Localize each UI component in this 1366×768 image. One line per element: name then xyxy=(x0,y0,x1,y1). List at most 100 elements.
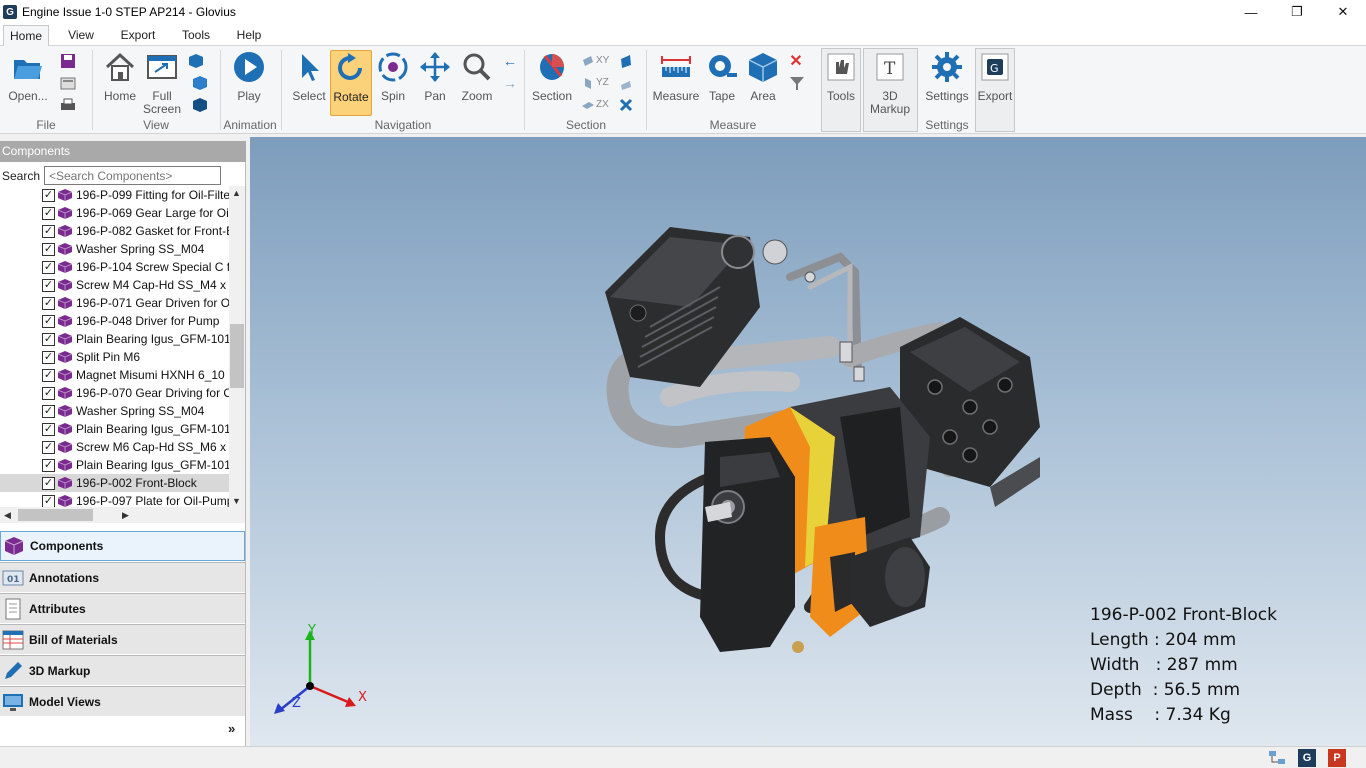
clear-measure-icon[interactable]: ✕ xyxy=(786,52,806,70)
axis-y-label: Y xyxy=(308,623,316,638)
3d-viewport[interactable]: Y X Z 196-P-002 Front-Block Length : 204… xyxy=(250,137,1366,746)
home-view-button[interactable]: Home xyxy=(101,50,139,103)
tools-button[interactable]: Tools xyxy=(822,50,860,103)
properties-icon[interactable] xyxy=(58,74,78,92)
cube-shade-icon[interactable] xyxy=(190,96,210,114)
visibility-checkbox[interactable]: ✓ xyxy=(42,206,55,220)
tree-item[interactable]: ✓ 196-P-070 Gear Driving for O xyxy=(0,384,230,402)
tab-export[interactable]: Export xyxy=(114,25,162,46)
section-tools-icon[interactable] xyxy=(616,96,636,114)
stack-annotations[interactable]: 01 Annotations xyxy=(0,562,245,592)
visibility-checkbox[interactable]: ✓ xyxy=(42,440,55,454)
stack-model-views[interactable]: Model Views xyxy=(0,686,245,716)
pan-button[interactable]: Pan xyxy=(416,50,454,103)
next-view-icon[interactable]: → xyxy=(500,74,520,92)
tree-item[interactable]: ✓ Plain Bearing Igus_GFM-1012 xyxy=(0,330,230,348)
tree-item[interactable]: ✓ 196-P-104 Screw Special C fo xyxy=(0,258,230,276)
save-icon[interactable] xyxy=(58,52,78,70)
scroll-left-icon[interactable]: ◀ xyxy=(4,510,11,521)
scroll-down-icon[interactable]: ▼ xyxy=(232,496,241,506)
more-panels-button[interactable]: » xyxy=(228,721,235,736)
tree-item[interactable]: ✓ 196-P-002 Front-Block xyxy=(0,474,230,492)
h-scroll-thumb[interactable] xyxy=(18,509,93,521)
section-cap-icon[interactable] xyxy=(616,52,636,70)
open-button[interactable]: Open... xyxy=(6,50,50,103)
tree-item[interactable]: ✓ 196-P-069 Gear Large for Oil- xyxy=(0,204,230,222)
tree-item-label: 196-P-099 Fitting for Oil-Filte xyxy=(76,188,230,202)
tab-tools[interactable]: Tools xyxy=(174,25,218,46)
horizontal-scrollbar[interactable]: ◀ ▶ xyxy=(0,507,245,523)
measure-button[interactable]: Measure xyxy=(652,50,700,103)
plane-xy-icon[interactable] xyxy=(578,52,598,70)
vertical-scrollbar[interactable]: ▲ ▼ xyxy=(229,186,245,510)
visibility-checkbox[interactable]: ✓ xyxy=(42,386,55,400)
plane-zx-icon[interactable] xyxy=(578,96,598,114)
scroll-thumb[interactable] xyxy=(230,324,244,388)
stack-3d-markup[interactable]: 3D Markup xyxy=(0,655,245,685)
tree-item[interactable]: ✓ 196-P-048 Driver for Pump xyxy=(0,312,230,330)
tree-item[interactable]: ✓ Plain Bearing Igus_GFM-1012 xyxy=(0,420,230,438)
section-button[interactable]: Section xyxy=(532,50,572,103)
visibility-checkbox[interactable]: ✓ xyxy=(42,404,55,418)
tape-button[interactable]: Tape xyxy=(704,50,740,103)
export-button[interactable]: G Export xyxy=(976,50,1014,103)
visibility-checkbox[interactable]: ✓ xyxy=(42,314,55,328)
stack-components[interactable]: Components xyxy=(0,531,245,561)
3d-markup-button[interactable]: T 3D Markup xyxy=(864,50,916,116)
visibility-checkbox[interactable]: ✓ xyxy=(42,350,55,364)
tree-item[interactable]: ✓ 196-P-071 Gear Driven for Oil xyxy=(0,294,230,312)
area-button[interactable]: Area xyxy=(744,50,782,103)
maximize-button[interactable]: ❐ xyxy=(1274,0,1320,24)
tab-home[interactable]: Home xyxy=(3,25,49,46)
visibility-checkbox[interactable]: ✓ xyxy=(42,224,55,238)
visibility-checkbox[interactable]: ✓ xyxy=(42,242,55,256)
full-screen-button[interactable]: Full Screen xyxy=(142,50,182,116)
zoom-button[interactable]: Zoom xyxy=(458,50,496,103)
visibility-checkbox[interactable]: ✓ xyxy=(42,458,55,472)
visibility-checkbox[interactable]: ✓ xyxy=(42,296,55,310)
visibility-checkbox[interactable]: ✓ xyxy=(42,476,55,490)
stack-bill-of-materials[interactable]: Bill of Materials xyxy=(0,624,245,654)
cube-display-icon[interactable] xyxy=(190,74,210,92)
visibility-checkbox[interactable]: ✓ xyxy=(42,368,55,382)
tab-help[interactable]: Help xyxy=(228,25,270,46)
visibility-checkbox[interactable]: ✓ xyxy=(42,332,55,346)
visibility-checkbox[interactable]: ✓ xyxy=(42,278,55,292)
section-flip-icon[interactable] xyxy=(616,74,636,92)
tree-item[interactable]: ✓ Plain Bearing Igus_GFM-1012 xyxy=(0,456,230,474)
tree-item[interactable]: ✓ Screw M6 Cap-Hd SS_M6 x 20 xyxy=(0,438,230,456)
stack-annotations-label: Annotations xyxy=(29,570,99,585)
scroll-up-icon[interactable]: ▲ xyxy=(232,188,241,198)
tree-item[interactable]: ✓ Screw M4 Cap-Hd SS_M4 x 08 xyxy=(0,276,230,294)
tree-item[interactable]: ✓ 196-P-082 Gasket for Front-B xyxy=(0,222,230,240)
spin-button[interactable]: Spin xyxy=(374,50,412,103)
play-button[interactable]: Play xyxy=(228,50,270,103)
visibility-checkbox[interactable]: ✓ xyxy=(42,260,55,274)
minimize-button[interactable]: — xyxy=(1228,0,1274,24)
stack-attributes[interactable]: Attributes xyxy=(0,593,245,623)
select-button[interactable]: Select xyxy=(290,50,328,103)
status-powerpoint-icon[interactable]: P xyxy=(1328,749,1346,767)
status-glovius-icon[interactable]: G xyxy=(1298,749,1316,767)
visibility-checkbox[interactable]: ✓ xyxy=(42,422,55,436)
scroll-right-icon[interactable]: ▶ xyxy=(122,510,129,521)
search-components-input[interactable] xyxy=(44,166,221,185)
tree-item[interactable]: ✓ Washer Spring SS_M04 xyxy=(0,402,230,420)
tree-item[interactable]: ✓ Split Pin M6 xyxy=(0,348,230,366)
print-icon[interactable] xyxy=(58,96,78,114)
visibility-checkbox[interactable]: ✓ xyxy=(42,494,55,508)
tree-item[interactable]: ✓ Washer Spring SS_M04 xyxy=(0,240,230,258)
tree-item[interactable]: ✓ Magnet Misumi HXNH 6_10 xyxy=(0,366,230,384)
previous-view-icon[interactable]: ← xyxy=(500,52,520,70)
filter-icon[interactable] xyxy=(788,74,808,92)
rotate-button[interactable]: Rotate xyxy=(330,50,372,116)
visibility-checkbox[interactable]: ✓ xyxy=(42,188,55,202)
axis-triad xyxy=(274,630,356,714)
settings-button[interactable]: Settings xyxy=(924,50,970,103)
close-button[interactable]: ✕ xyxy=(1320,0,1366,24)
cube-view-icon[interactable] xyxy=(186,52,206,70)
tree-item[interactable]: ✓ 196-P-099 Fitting for Oil-Filte xyxy=(0,186,230,204)
status-tree-icon[interactable] xyxy=(1268,750,1286,766)
tab-view[interactable]: View xyxy=(60,25,102,46)
plane-yz-icon[interactable] xyxy=(578,74,598,92)
